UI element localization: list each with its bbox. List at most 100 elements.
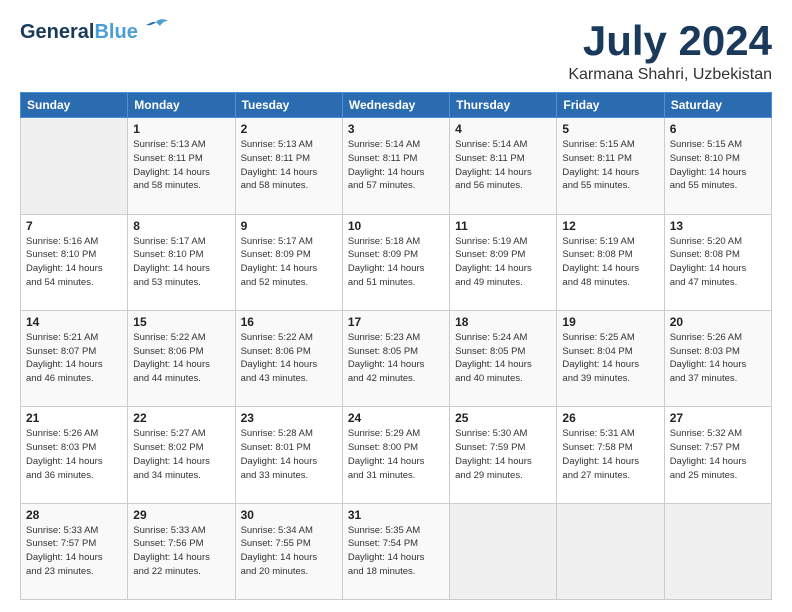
day-number: 4	[455, 122, 551, 136]
day-info: Sunrise: 5:19 AM Sunset: 8:09 PM Dayligh…	[455, 235, 551, 290]
logo: GeneralBlue	[20, 18, 170, 45]
logo-general: General	[20, 21, 94, 43]
day-number: 2	[241, 122, 337, 136]
day-number: 30	[241, 508, 337, 522]
day-info: Sunrise: 5:24 AM Sunset: 8:05 PM Dayligh…	[455, 331, 551, 386]
header: GeneralBlue July 2024 Karmana Shahri, Uz…	[20, 18, 772, 84]
logo-bird-icon	[142, 18, 170, 45]
day-number: 15	[133, 315, 229, 329]
calendar-cell: 7 Sunrise: 5:16 AM Sunset: 8:10 PM Daylig…	[21, 214, 128, 310]
day-info: Sunrise: 5:35 AM Sunset: 7:54 PM Dayligh…	[348, 524, 444, 579]
day-info: Sunrise: 5:23 AM Sunset: 8:05 PM Dayligh…	[348, 331, 444, 386]
day-info: Sunrise: 5:13 AM Sunset: 8:11 PM Dayligh…	[133, 138, 229, 193]
calendar-cell: 20Sunrise: 5:26 AM Sunset: 8:03 PM Dayli…	[664, 310, 771, 406]
calendar-cell: 15 Sunrise: 5:22 AM Sunset: 8:06 PM Dayli…	[128, 310, 235, 406]
day-number: 7	[26, 219, 122, 233]
calendar-cell: 2Sunrise: 5:13 AM Sunset: 8:11 PM Daylig…	[235, 118, 342, 214]
calendar-cell	[664, 503, 771, 599]
calendar-cell: 8 Sunrise: 5:17 AM Sunset: 8:10 PM Daylig…	[128, 214, 235, 310]
calendar-cell: 24 Sunrise: 5:29 AM Sunset: 8:00 PM Dayli…	[342, 407, 449, 503]
page: GeneralBlue July 2024 Karmana Shahri, Uz…	[0, 0, 792, 612]
calendar-week-4: 21 Sunrise: 5:26 AM Sunset: 8:03 PM Dayli…	[21, 407, 772, 503]
day-info: Sunrise: 5:18 AM Sunset: 8:09 PM Dayligh…	[348, 235, 444, 290]
day-info: Sunrise: 5:28 AM Sunset: 8:01 PM Dayligh…	[241, 427, 337, 482]
calendar-week-5: 28 Sunrise: 5:33 AM Sunset: 7:57 PM Dayli…	[21, 503, 772, 599]
col-monday: Monday	[128, 93, 235, 118]
calendar-cell: 12 Sunrise: 5:19 AM Sunset: 8:08 PM Dayli…	[557, 214, 664, 310]
calendar-cell	[557, 503, 664, 599]
day-number: 22	[133, 411, 229, 425]
day-info: Sunrise: 5:17 AM Sunset: 8:10 PM Dayligh…	[133, 235, 229, 290]
day-info: Sunrise: 5:29 AM Sunset: 8:00 PM Dayligh…	[348, 427, 444, 482]
day-info: Sunrise: 5:16 AM Sunset: 8:10 PM Dayligh…	[26, 235, 122, 290]
calendar-cell: 25 Sunrise: 5:30 AM Sunset: 7:59 PM Dayli…	[450, 407, 557, 503]
calendar-cell: 21 Sunrise: 5:26 AM Sunset: 8:03 PM Dayli…	[21, 407, 128, 503]
day-number: 29	[133, 508, 229, 522]
calendar-cell: 26Sunrise: 5:31 AM Sunset: 7:58 PM Dayli…	[557, 407, 664, 503]
day-info: Sunrise: 5:33 AM Sunset: 7:57 PM Dayligh…	[26, 524, 122, 579]
day-info: Sunrise: 5:20 AM Sunset: 8:08 PM Dayligh…	[670, 235, 766, 290]
calendar-cell	[21, 118, 128, 214]
calendar-cell: 1 Sunrise: 5:13 AM Sunset: 8:11 PM Daylig…	[128, 118, 235, 214]
day-number: 14	[26, 315, 122, 329]
calendar-table: Sunday Monday Tuesday Wednesday Thursday…	[20, 92, 772, 600]
day-number: 24	[348, 411, 444, 425]
calendar-cell: 19Sunrise: 5:25 AM Sunset: 8:04 PM Dayli…	[557, 310, 664, 406]
day-number: 10	[348, 219, 444, 233]
day-info: Sunrise: 5:14 AM Sunset: 8:11 PM Dayligh…	[348, 138, 444, 193]
day-number: 8	[133, 219, 229, 233]
calendar-cell: 3 Sunrise: 5:14 AM Sunset: 8:11 PM Daylig…	[342, 118, 449, 214]
calendar-cell: 30 Sunrise: 5:34 AM Sunset: 7:55 PM Dayli…	[235, 503, 342, 599]
day-info: Sunrise: 5:25 AM Sunset: 8:04 PM Dayligh…	[562, 331, 658, 386]
day-info: Sunrise: 5:26 AM Sunset: 8:03 PM Dayligh…	[26, 427, 122, 482]
day-info: Sunrise: 5:19 AM Sunset: 8:08 PM Dayligh…	[562, 235, 658, 290]
day-number: 9	[241, 219, 337, 233]
day-info: Sunrise: 5:27 AM Sunset: 8:02 PM Dayligh…	[133, 427, 229, 482]
day-number: 21	[26, 411, 122, 425]
day-number: 6	[670, 122, 766, 136]
calendar-cell: 29 Sunrise: 5:33 AM Sunset: 7:56 PM Dayli…	[128, 503, 235, 599]
col-tuesday: Tuesday	[235, 93, 342, 118]
day-number: 28	[26, 508, 122, 522]
calendar-cell: 28 Sunrise: 5:33 AM Sunset: 7:57 PM Dayli…	[21, 503, 128, 599]
calendar-cell: 18 Sunrise: 5:24 AM Sunset: 8:05 PM Dayli…	[450, 310, 557, 406]
day-info: Sunrise: 5:26 AM Sunset: 8:03 PM Dayligh…	[670, 331, 766, 386]
day-info: Sunrise: 5:21 AM Sunset: 8:07 PM Dayligh…	[26, 331, 122, 386]
day-number: 17	[348, 315, 444, 329]
col-sunday: Sunday	[21, 93, 128, 118]
col-thursday: Thursday	[450, 93, 557, 118]
col-saturday: Saturday	[664, 93, 771, 118]
day-info: Sunrise: 5:31 AM Sunset: 7:58 PM Dayligh…	[562, 427, 658, 482]
calendar-cell: 11 Sunrise: 5:19 AM Sunset: 8:09 PM Dayli…	[450, 214, 557, 310]
calendar-cell: 4 Sunrise: 5:14 AM Sunset: 8:11 PM Daylig…	[450, 118, 557, 214]
calendar-cell: 5Sunrise: 5:15 AM Sunset: 8:11 PM Daylig…	[557, 118, 664, 214]
day-number: 18	[455, 315, 551, 329]
day-info: Sunrise: 5:15 AM Sunset: 8:10 PM Dayligh…	[670, 138, 766, 193]
title-block: July 2024 Karmana Shahri, Uzbekistan	[568, 18, 772, 84]
calendar-cell: 27 Sunrise: 5:32 AM Sunset: 7:57 PM Dayli…	[664, 407, 771, 503]
day-info: Sunrise: 5:22 AM Sunset: 8:06 PM Dayligh…	[133, 331, 229, 386]
day-number: 16	[241, 315, 337, 329]
day-number: 27	[670, 411, 766, 425]
day-number: 31	[348, 508, 444, 522]
header-row: Sunday Monday Tuesday Wednesday Thursday…	[21, 93, 772, 118]
calendar-cell: 10 Sunrise: 5:18 AM Sunset: 8:09 PM Dayli…	[342, 214, 449, 310]
calendar-cell: 6 Sunrise: 5:15 AM Sunset: 8:10 PM Daylig…	[664, 118, 771, 214]
day-number: 1	[133, 122, 229, 136]
calendar-week-2: 7 Sunrise: 5:16 AM Sunset: 8:10 PM Daylig…	[21, 214, 772, 310]
day-info: Sunrise: 5:34 AM Sunset: 7:55 PM Dayligh…	[241, 524, 337, 579]
day-info: Sunrise: 5:32 AM Sunset: 7:57 PM Dayligh…	[670, 427, 766, 482]
day-info: Sunrise: 5:33 AM Sunset: 7:56 PM Dayligh…	[133, 524, 229, 579]
day-number: 11	[455, 219, 551, 233]
col-friday: Friday	[557, 93, 664, 118]
day-info: Sunrise: 5:14 AM Sunset: 8:11 PM Dayligh…	[455, 138, 551, 193]
calendar-cell: 9Sunrise: 5:17 AM Sunset: 8:09 PM Daylig…	[235, 214, 342, 310]
calendar-week-1: 1 Sunrise: 5:13 AM Sunset: 8:11 PM Daylig…	[21, 118, 772, 214]
subtitle: Karmana Shahri, Uzbekistan	[568, 66, 772, 84]
day-number: 12	[562, 219, 658, 233]
main-title: July 2024	[568, 18, 772, 64]
calendar-cell: 22 Sunrise: 5:27 AM Sunset: 8:02 PM Dayli…	[128, 407, 235, 503]
day-number: 25	[455, 411, 551, 425]
day-info: Sunrise: 5:30 AM Sunset: 7:59 PM Dayligh…	[455, 427, 551, 482]
day-number: 3	[348, 122, 444, 136]
